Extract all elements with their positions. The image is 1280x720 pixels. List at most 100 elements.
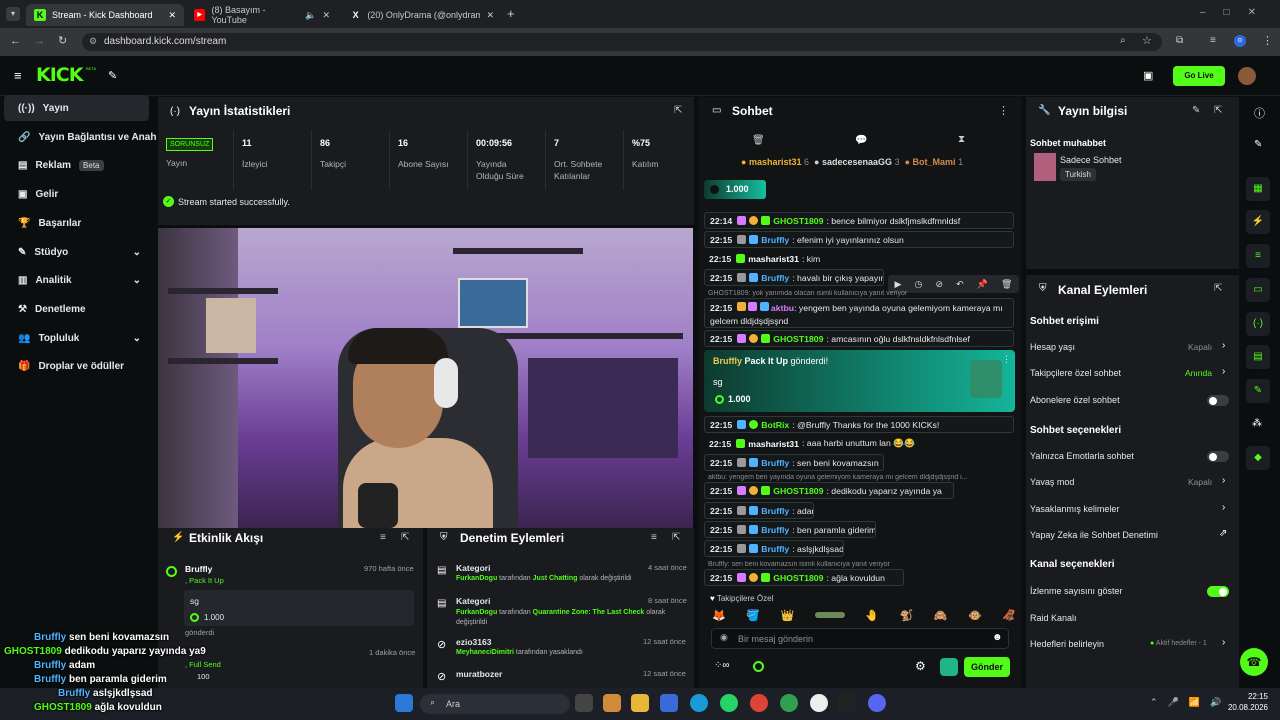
user-avatar[interactable] [1238, 67, 1256, 85]
chevron-right-icon[interactable]: › [1222, 637, 1225, 648]
pencil-icon[interactable]: ✎ [1254, 139, 1262, 150]
emote-icon[interactable]: 🐵 [968, 609, 982, 622]
connections-icon[interactable]: ⁂ [1252, 418, 1262, 429]
task-view-icon[interactable] [575, 694, 593, 712]
chat-message[interactable]: 22:15 Bruffly: ben paramla giderim [704, 521, 876, 538]
popout-icon[interactable]: ⇱ [1214, 283, 1222, 294]
file-explorer-icon[interactable] [631, 694, 649, 712]
chat-input[interactable]: ◉ Bir mesaj gönderin ☻ [711, 628, 1009, 649]
chat-message[interactable]: 22:15 masharist31: aaa harbi unuttum lan … [704, 435, 1014, 452]
gift-card[interactable]: Bruffly Pack It Up gönderdi! sg 1.000 ⋮ [704, 350, 1015, 412]
reply-icon[interactable]: ↶ [956, 279, 964, 290]
popout-icon[interactable]: ⇱ [1214, 105, 1222, 116]
new-tab-icon[interactable]: + [507, 6, 515, 21]
chat-message[interactable]: 22:15 BotRix: @Bruffly Thanks for the 100… [704, 416, 1014, 433]
site-info-icon[interactable]: ⚙ [89, 36, 97, 47]
forward-icon[interactable]: → [34, 35, 45, 47]
setting-banned-words[interactable]: Yasaklanmış kelimeler [1030, 504, 1119, 514]
emote-icon[interactable]: 🪣 [746, 609, 760, 622]
sidebar-item-topluluk[interactable]: 👥 Topluluk ⌄ [4, 325, 149, 351]
chat-message[interactable]: 22:14 GHOST1809: bence bilmiyor dslkfjmsl… [704, 212, 1014, 229]
rail-button-list[interactable]: ≡ [1246, 244, 1270, 268]
rail-button-stats[interactable]: ▦ [1246, 177, 1270, 201]
chat-message[interactable]: 22:15 Bruffly: havalı bir çıkış yapayım [704, 269, 884, 286]
close-tab-icon[interactable]: ✕ [322, 10, 330, 21]
close-tab-icon[interactable]: ✕ [486, 10, 494, 21]
sidebar-item-analitik[interactable]: ▥ Analitik ⌄ [4, 267, 149, 293]
zoom-icon[interactable]: ⌕ [1120, 35, 1126, 46]
sidebar-item-yayin[interactable]: ((·)) Yayın [4, 95, 149, 121]
sidebar-item-basarilar[interactable]: 🏆 Başarılar [4, 210, 149, 236]
delete-icon[interactable]: 🗑 [1001, 279, 1012, 290]
sidebar-item-gelir[interactable]: ▣ Gelir [4, 181, 149, 207]
sidebar-item-denetleme[interactable]: ⚒ Denetleme [4, 296, 149, 322]
info-icon[interactable]: ⓘ [1254, 105, 1265, 121]
popout-icon[interactable]: ⇱ [674, 105, 682, 116]
chat-message[interactable]: 22:15 Bruffly: sen beni kovamazsın [704, 454, 884, 471]
sidebar-item-reklam[interactable]: ▤ Reklam Beta [4, 152, 149, 178]
reload-icon[interactable]: ↻ [58, 34, 67, 47]
sidebar-item-stream-key[interactable]: 🔗Yayın Bağlantısı ve Anahtar [4, 124, 156, 150]
profile-avatar[interactable]: o [1234, 35, 1246, 47]
chevron-right-icon[interactable]: › [1222, 475, 1225, 486]
chat-message[interactable]: 22:15 Bruffly: aslşjkdlşsad [704, 540, 844, 557]
rail-button-wrench[interactable]: ✎ [1246, 379, 1270, 403]
gift-menu-icon[interactable]: ⋮ [1002, 354, 1011, 365]
rail-button-activity[interactable]: ⚡ [1246, 210, 1270, 234]
emote-icon[interactable]: 🤚 [865, 609, 879, 622]
chat-menu-icon[interactable]: ⋮ [998, 104, 1009, 117]
rail-button-tag[interactable]: ◆ [1246, 446, 1270, 470]
support-button[interactable]: ☎ [1240, 648, 1268, 676]
show-viewers-toggle[interactable] [1207, 586, 1229, 597]
popout-icon[interactable]: ⇱ [672, 532, 680, 543]
tab-x[interactable]: X(20) OnlyDrama (@onlydrama...✕ [342, 4, 502, 26]
settings-gear-icon[interactable]: ⚙ [915, 659, 926, 673]
chrome-icon[interactable] [750, 694, 768, 712]
chrome-profile-icon[interactable] [780, 694, 798, 712]
system-tray-icons[interactable]: ⌃🎤📶🔊 [1150, 697, 1231, 708]
ban-icon[interactable]: ⊘ [935, 279, 943, 290]
wrench-icon[interactable]: ✎ [108, 69, 117, 82]
setting-followers-chat[interactable]: Takipçilere özel sohbet [1030, 368, 1121, 378]
tab-youtube[interactable]: ▶ (8) Basayım - YouTube 🔈 ✕ [186, 4, 338, 26]
store-icon[interactable] [660, 694, 678, 712]
kick-logo[interactable]: KICK [36, 64, 83, 86]
window-controls[interactable]: –□✕ [1200, 7, 1274, 18]
screen-icon[interactable]: ▣ [1143, 69, 1153, 82]
back-icon[interactable]: ← [10, 35, 21, 47]
rail-button-chat[interactable]: ▭ [1246, 278, 1270, 302]
terminal-icon[interactable] [838, 694, 856, 712]
media-icon[interactable]: ≡ [1210, 35, 1216, 46]
external-link-icon[interactable]: ⇗ [1219, 528, 1227, 539]
setting-account-age[interactable]: Hesap yaşı [1030, 342, 1075, 352]
chat-message[interactable]: 22:15 GHOST1809: dedikodu yaparız yayında… [704, 482, 954, 499]
trash-icon[interactable]: 🗑 [752, 135, 765, 146]
chevron-right-icon[interactable]: › [1222, 502, 1225, 513]
start-icon[interactable] [395, 694, 413, 712]
bookmark-star-icon[interactable]: ☆ [1142, 34, 1152, 47]
chat-message[interactable]: 22:15 GHOST1809: amcasının oğlu dslkfnsld… [704, 330, 1014, 347]
sidebar-item-studyo[interactable]: ✎ Stüdyo ⌄ [4, 239, 149, 265]
filter-icon[interactable]: ≡ [380, 532, 386, 543]
chevron-right-icon[interactable]: › [1222, 366, 1225, 377]
stream-preview-video[interactable] [158, 228, 693, 528]
bubble-icon[interactable]: 💬 [855, 135, 867, 146]
hamburger-menu-icon[interactable]: ≡ [14, 68, 22, 83]
chat-message[interactable]: 22:15 masharist31: kim [704, 250, 1014, 267]
chat-message[interactable]: 22:15 Bruffly: efenim iyi yayınlarınız ol… [704, 231, 1014, 248]
tab-kick[interactable]: K Stream - Kick Dashboard ✕ [26, 4, 184, 26]
chat-message[interactable]: 22:15 aktbu: yengem ben yayında oyuna ge… [704, 298, 1014, 328]
emote-icon[interactable]: 👑 [781, 609, 795, 622]
play-icon[interactable]: ▶ [895, 279, 902, 290]
taskbar-search[interactable]: Ara [420, 694, 570, 714]
infinity-icon[interactable]: ⁘∞ [714, 660, 730, 671]
chat-message[interactable]: 22:15Bruffly: adam [704, 502, 814, 519]
sidebar-item-droplar[interactable]: 🎁 Droplar ve ödüller [4, 353, 149, 379]
emote-icon[interactable] [814, 612, 845, 618]
hourglass-icon[interactable]: ⧗ [958, 134, 965, 145]
filter-icon[interactable]: ≡ [651, 532, 657, 543]
popout-icon[interactable]: ⇱ [401, 532, 409, 543]
copilot-icon[interactable] [603, 694, 621, 712]
kicks-icon[interactable] [753, 661, 764, 672]
emote-icon[interactable]: 🐒 [900, 609, 914, 622]
